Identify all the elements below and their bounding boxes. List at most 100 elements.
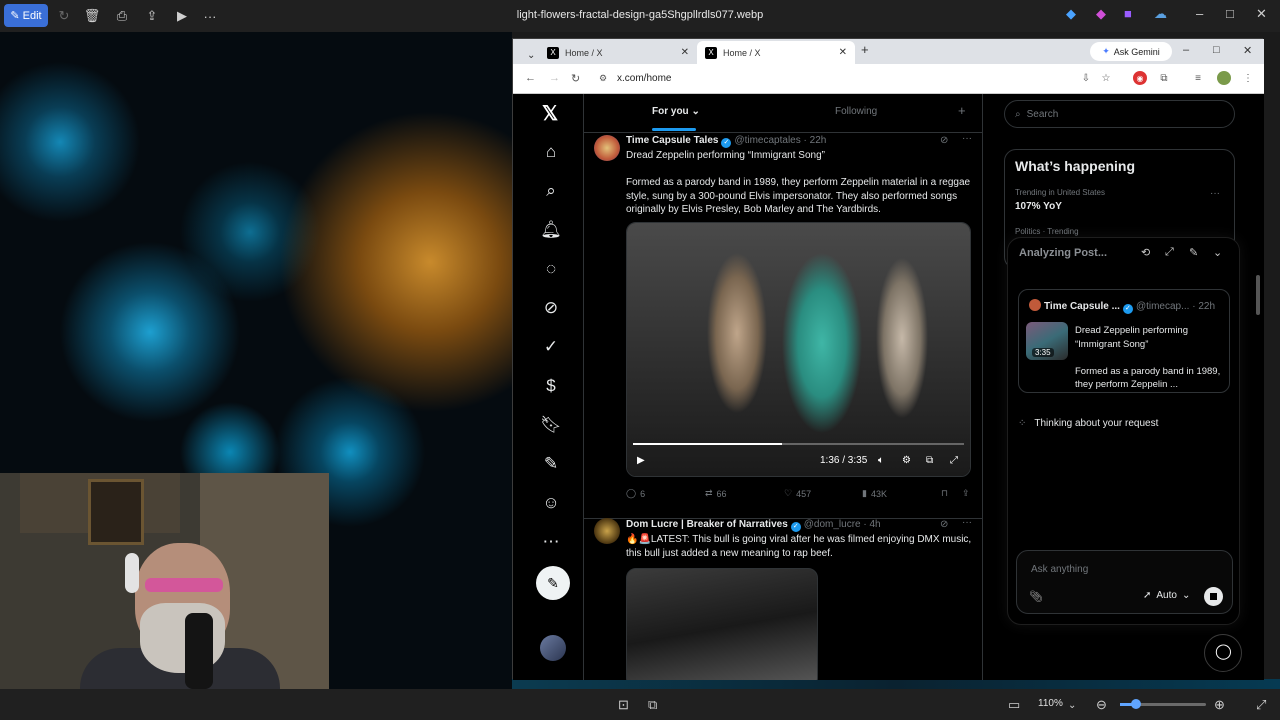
tweet-more-icon[interactable]: ···	[962, 517, 972, 528]
verified-badge-icon: ✓	[790, 522, 801, 532]
zoom-level[interactable]: 110%	[1038, 698, 1063, 709]
trend-more-icon[interactable]: ···	[1210, 188, 1220, 199]
author-name[interactable]: Time Capsule Tales	[626, 135, 718, 146]
repost-button[interactable]: ⇄ 66	[705, 488, 727, 499]
tweet-time[interactable]: · 22h	[804, 135, 827, 146]
jobs-icon[interactable]: ✎	[539, 452, 563, 476]
trend-name[interactable]: 107% YoY	[1015, 201, 1062, 212]
app-icon-2[interactable]: ◆	[1096, 6, 1106, 22]
tweet[interactable]: Time Capsule Tales ✓ @timecaptales · 22h ⊘…	[584, 132, 982, 519]
author-handle[interactable]: @timecaptales	[734, 135, 800, 146]
notifications-icon[interactable]: 🔔︎	[539, 218, 563, 242]
crop-icon[interactable]: ⧉	[648, 695, 657, 715]
reply-button[interactable]: ◯ 6	[626, 488, 645, 499]
new-tab-icon[interactable]: +	[861, 42, 869, 57]
forward-icon[interactable]: →	[549, 72, 560, 84]
settings-icon[interactable]: ⚙	[902, 455, 911, 466]
minimize-icon[interactable]: –	[1183, 44, 1189, 56]
tweet-more-icon[interactable]: ···	[962, 133, 972, 144]
bookmark-icon[interactable]: ⊓	[941, 488, 948, 499]
money-icon[interactable]: $	[539, 374, 563, 398]
app-icon-3[interactable]: ■	[1124, 6, 1132, 21]
grok-chat-button[interactable]: ◯	[1204, 634, 1242, 672]
ask-anything-input[interactable]	[1029, 559, 1223, 579]
grok-post-icon[interactable]: ⊘	[940, 135, 948, 146]
tab-following[interactable]: Following	[835, 106, 877, 117]
grok-icon[interactable]: ⊘	[539, 296, 563, 320]
scroll-thumb[interactable]	[1256, 275, 1260, 315]
attach-icon[interactable]: 📎︎	[1029, 590, 1043, 603]
new-chat-icon[interactable]: ✎	[1189, 246, 1198, 259]
play-icon[interactable]: ▶	[637, 455, 645, 466]
collapse-icon[interactable]: ⌄	[1213, 246, 1222, 259]
x-logo-icon[interactable]: 𝕏	[542, 101, 558, 126]
zoom-in-icon[interactable]: ⊕	[1214, 695, 1225, 715]
bookmarks-icon[interactable]: 🔖︎	[539, 413, 563, 437]
reading-list-icon[interactable]: ≡	[1191, 71, 1205, 85]
account-avatar[interactable]	[540, 635, 566, 661]
fit-icon[interactable]: ⊡	[618, 695, 629, 715]
views-button[interactable]: ▮ 43K	[862, 488, 887, 499]
quoted-post-card[interactable]: Time Capsule ... ✓ @timecap... · 22h 3:35 …	[1018, 289, 1230, 393]
onedrive-icon[interactable]: ☁	[1154, 6, 1167, 22]
tweet-video[interactable]	[626, 568, 818, 680]
avatar[interactable]	[594, 135, 620, 161]
pip-icon[interactable]: ⧉	[926, 455, 933, 466]
aspect-icon[interactable]: ▭	[1008, 695, 1020, 715]
video-progress[interactable]	[633, 443, 964, 445]
like-button[interactable]: ♡ 457	[784, 488, 811, 499]
tab-home-1[interactable]: X Home / X ✕	[539, 41, 697, 64]
url-field[interactable]: x.com/home	[617, 73, 671, 84]
add-feed-icon[interactable]: +	[958, 103, 966, 118]
compose-post-button[interactable]: ✎	[536, 566, 570, 600]
maximize-icon[interactable]: □	[1226, 6, 1234, 21]
install-icon[interactable]: ⇩	[1079, 71, 1093, 85]
avatar[interactable]	[594, 518, 620, 544]
profile-icon[interactable]: ☺	[539, 491, 563, 515]
home-icon[interactable]: ⌂	[539, 140, 563, 164]
back-icon[interactable]: ←	[525, 72, 536, 84]
x-page: 𝕏 ⌂ ⌕ 🔔︎ ◌ ⊘ ✓ $ 🔖︎ ✎ ☺ ⋯ ✎ For you ⌄ Fo…	[513, 94, 1264, 680]
explore-icon[interactable]: ⌕	[539, 179, 563, 203]
tab-home-2[interactable]: X Home / X ✕	[697, 41, 855, 64]
close-tab-icon[interactable]: ✕	[681, 47, 689, 58]
close-icon[interactable]: ✕	[1243, 44, 1252, 57]
stop-button[interactable]	[1204, 587, 1223, 606]
more-icon[interactable]: ⋯	[539, 530, 563, 554]
author-handle[interactable]: @dom_lucre	[804, 519, 861, 530]
fullscreen-icon[interactable]: ⤢	[950, 455, 958, 466]
verified-icon[interactable]: ✓	[539, 335, 563, 359]
mode-select[interactable]: ➚ Auto ⌄	[1143, 590, 1190, 601]
maximize-icon[interactable]: □	[1213, 44, 1220, 56]
profile-avatar[interactable]	[1217, 71, 1231, 85]
extension-icon[interactable]: ◉	[1133, 71, 1147, 85]
zoom-out-icon[interactable]: ⊖	[1096, 695, 1107, 715]
fullscreen-icon[interactable]: ⤢	[1256, 695, 1266, 715]
video-player[interactable]: ▶ 1:36 / 3:35 🔈︎ ⚙ ⧉ ⤢	[626, 222, 971, 477]
menu-icon[interactable]: ⋮	[1241, 71, 1255, 85]
share-icon[interactable]: ⇪	[962, 488, 970, 499]
tweet[interactable]: Dom Lucre | Breaker of Narratives ✓ @dom_l…	[584, 517, 982, 680]
grok-post-icon[interactable]: ⊘	[940, 519, 948, 530]
messages-icon[interactable]: ◌	[539, 257, 563, 281]
zoom-dropdown-icon[interactable]: ⌄	[1068, 695, 1076, 715]
expand-icon[interactable]: ⤢	[1165, 246, 1174, 259]
like-count: 457	[796, 488, 812, 499]
site-info-icon[interactable]: ⚙	[599, 73, 607, 84]
extensions-puzzle-icon[interactable]: ⧉	[1157, 71, 1171, 85]
close-icon[interactable]: ✕	[1256, 6, 1267, 22]
zoom-slider-thumb[interactable]	[1131, 699, 1141, 709]
minimize-icon[interactable]: –	[1196, 6, 1203, 21]
search-field[interactable]: ⌕ Search	[1004, 100, 1235, 128]
tweet-time[interactable]: · 4h	[863, 519, 880, 530]
history-icon[interactable]: ⟲	[1141, 246, 1150, 259]
page-scrollbar[interactable]	[1254, 95, 1262, 679]
ask-gemini-button[interactable]: ✦ Ask Gemini	[1090, 42, 1172, 61]
volume-icon[interactable]: 🔈︎	[878, 455, 884, 466]
close-tab-icon[interactable]: ✕	[839, 47, 847, 58]
app-icon-1[interactable]: ◆	[1066, 6, 1076, 22]
tab-for-you[interactable]: For you ⌄	[652, 106, 700, 117]
bookmark-star-icon[interactable]: ☆	[1099, 71, 1113, 85]
author-name[interactable]: Dom Lucre | Breaker of Narratives	[626, 519, 788, 530]
reload-icon[interactable]: ↻	[571, 72, 580, 85]
